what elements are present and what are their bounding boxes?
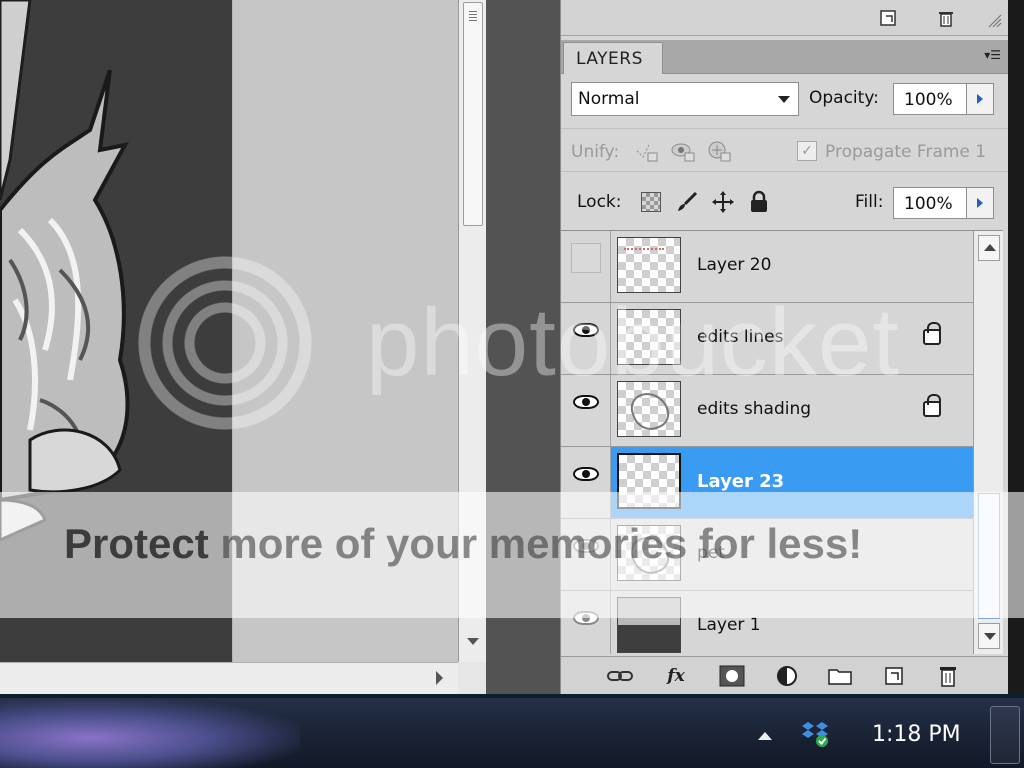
layer-name[interactable]: edits shading (697, 399, 811, 419)
new-group-icon[interactable] (825, 663, 855, 689)
panel-dock-bar (561, 0, 1009, 36)
grip-line (469, 11, 477, 12)
eye-icon[interactable] (573, 467, 599, 481)
dropbox-icon[interactable] (800, 720, 830, 748)
lock-icon (923, 394, 941, 417)
fx-icon[interactable]: fx (661, 663, 691, 689)
add-mask-icon[interactable] (717, 663, 747, 689)
unify-position-icon[interactable] (635, 141, 661, 163)
canvas-horizontal-scrollbar[interactable] (0, 662, 458, 694)
unify-label: Unify: (571, 142, 620, 162)
taskbar-app-glow (0, 698, 300, 768)
trash-icon[interactable] (933, 663, 963, 689)
grip-line (469, 20, 477, 21)
panel-footer: fx (561, 656, 1009, 694)
panel-header: LAYERS ▾☰ (561, 40, 1009, 74)
unify-style-icon[interactable] (707, 141, 733, 163)
watermark-banner: Protect more of your memories for less! (0, 492, 1024, 618)
resize-grip-icon[interactable] (985, 12, 1003, 30)
propagate-frame-label: Propagate Frame 1 (825, 142, 987, 162)
show-desktop-button[interactable] (990, 706, 1020, 764)
layers-tab[interactable]: LAYERS (563, 42, 663, 74)
layer-thumbnail (617, 237, 681, 293)
unify-visibility-icon[interactable] (671, 141, 697, 163)
new-layer-icon[interactable] (879, 9, 897, 27)
new-layer-icon[interactable] (879, 663, 909, 689)
opacity-input[interactable]: 100% (893, 83, 967, 115)
panel-menu-icon[interactable]: ▾☰ (971, 48, 1001, 66)
layer-name[interactable]: Layer 1 (697, 615, 761, 635)
taskbar: 1:18 PM (0, 694, 1024, 768)
lock-transparency-icon[interactable] (641, 192, 661, 212)
propagate-frame-checkbox[interactable]: ✓ (797, 141, 817, 161)
system-clock[interactable]: 1:18 PM (872, 722, 961, 747)
lock-row: Lock: Fill: 100% (561, 178, 1009, 228)
canvas-vertical-scroll-thumb[interactable] (463, 2, 483, 226)
scroll-down-arrow-icon[interactable] (467, 638, 479, 645)
unify-row: Unify: ✓ Propagate Frame 1 (561, 128, 1009, 172)
show-hidden-icons-icon[interactable] (758, 732, 772, 740)
chevron-down-icon (778, 96, 790, 103)
scroll-right-arrow-icon[interactable] (436, 671, 443, 685)
lock-position-icon[interactable] (711, 190, 735, 214)
lock-icon (923, 322, 941, 345)
watermark-strong-text: Protect (64, 520, 209, 567)
trash-icon[interactable] (937, 9, 955, 27)
layer-name[interactable]: Layer 23 (697, 471, 784, 492)
opacity-label: Opacity: (809, 88, 879, 108)
lock-brush-icon[interactable] (675, 190, 699, 214)
scrollbar-corner (458, 662, 486, 694)
layer-name[interactable]: Layer 20 (697, 255, 771, 275)
photobucket-logo-icon (124, 242, 326, 444)
grip-line (469, 14, 477, 15)
watermark-banner-text: Protect more of your memories for less! (64, 520, 862, 568)
adjustment-layer-icon[interactable] (773, 663, 803, 689)
lock-label: Lock: (577, 192, 622, 212)
blend-mode-select[interactable]: Normal (571, 82, 799, 116)
lock-all-icon[interactable] (747, 190, 771, 214)
opacity-slider-button[interactable] (966, 83, 994, 115)
scroll-down-arrow-icon[interactable] (978, 623, 1000, 649)
link-layers-icon[interactable] (605, 663, 635, 689)
fill-label: Fill: (855, 192, 884, 212)
watermark-rest-text: more of your memories for less! (220, 520, 863, 567)
screen: LAYERS ▾☰ Normal Opacity: 100% Unify: ✓ … (0, 0, 1024, 768)
fill-input[interactable]: 100% (893, 187, 967, 219)
scroll-up-arrow-icon[interactable] (978, 235, 1000, 261)
blend-mode-value: Normal (578, 89, 640, 109)
fill-slider-button[interactable] (966, 187, 994, 219)
grip-line (469, 17, 477, 18)
visibility-empty-box[interactable] (571, 243, 601, 273)
watermark-word: photobucket (366, 289, 901, 396)
